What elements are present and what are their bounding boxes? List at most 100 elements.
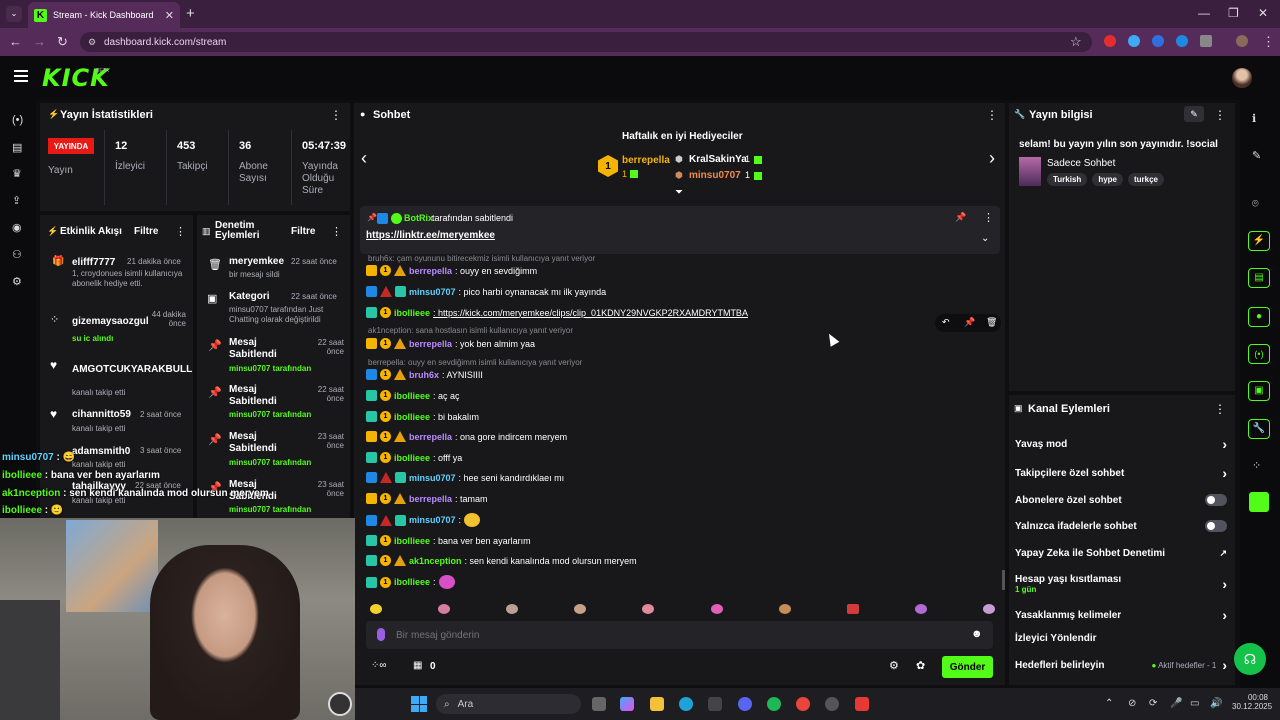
category-thumbnail[interactable] bbox=[1019, 157, 1041, 186]
tag[interactable]: Turkish bbox=[1047, 173, 1088, 186]
top-gifter-name[interactable]: berrepella bbox=[622, 155, 670, 166]
close-tab-icon[interactable]: ✕ bbox=[165, 9, 174, 22]
quick-actions-icon[interactable]: ⚡ bbox=[1248, 231, 1270, 251]
users-icon[interactable]: ⚇ bbox=[12, 248, 22, 261]
delete-message-icon[interactable]: 🗑 bbox=[986, 317, 997, 328]
site-info-icon[interactable]: ⚙ bbox=[88, 37, 96, 48]
maximize-icon[interactable]: ❐ bbox=[1228, 6, 1239, 20]
slow-mode-item[interactable]: Yavaş mod › bbox=[1015, 436, 1227, 452]
close-window-icon[interactable]: ✕ bbox=[1258, 6, 1268, 20]
chat-username[interactable]: minsu0707 bbox=[409, 473, 456, 483]
extension-icon[interactable] bbox=[1176, 35, 1188, 47]
camera-icon[interactable]: ◉ bbox=[12, 221, 22, 234]
hamburger-menu-icon[interactable] bbox=[14, 70, 28, 82]
clock[interactable]: 00:08 30.12.2025 bbox=[1232, 693, 1272, 711]
app-icon[interactable] bbox=[855, 697, 869, 711]
chat-username[interactable]: bruh6x bbox=[409, 370, 439, 380]
emote-menu-icon[interactable]: ✿ bbox=[916, 659, 925, 672]
chat-username[interactable]: minsu0707 bbox=[409, 287, 456, 297]
raid-item[interactable]: İzleyici Yönlendir bbox=[1015, 633, 1227, 644]
notes-icon[interactable]: ▤ bbox=[1248, 268, 1270, 288]
emote-icon[interactable] bbox=[506, 604, 519, 614]
edit-info-icon[interactable]: ✎ bbox=[1184, 106, 1204, 122]
chat-message-input[interactable] bbox=[396, 626, 956, 644]
extensions-puzzle-icon[interactable] bbox=[1200, 35, 1212, 47]
chrome-icon[interactable] bbox=[796, 697, 810, 711]
expand-pinned-icon[interactable]: ⌄ bbox=[981, 233, 989, 244]
url-field[interactable]: dashboard.kick.com/stream bbox=[80, 32, 1092, 52]
channel-actions-menu-icon[interactable]: ⋮ bbox=[1214, 402, 1226, 416]
chat-username[interactable]: ibollieee bbox=[394, 536, 430, 546]
reload-icon[interactable]: ↻ bbox=[57, 34, 68, 50]
edit-icon[interactable]: ✎ bbox=[1252, 149, 1261, 162]
emote-icon[interactable] bbox=[438, 604, 451, 614]
extension-icon[interactable] bbox=[1128, 35, 1140, 47]
tray-icon[interactable]: ⊘ bbox=[1128, 698, 1136, 709]
gifter-2-name[interactable]: KralSakinYa bbox=[689, 154, 747, 165]
bookmark-star-icon[interactable]: ☆ bbox=[1070, 34, 1082, 50]
microphone-icon[interactable] bbox=[377, 628, 385, 641]
tag[interactable]: turkçe bbox=[1127, 173, 1164, 186]
emotes-only-toggle[interactable] bbox=[1205, 520, 1227, 532]
activity-username[interactable]: AMGOTCUKYARAKBULL bbox=[72, 364, 192, 375]
reply-icon[interactable]: ↶ bbox=[942, 317, 950, 328]
edge-icon[interactable] bbox=[679, 697, 693, 711]
chat-scrollbar[interactable] bbox=[1002, 570, 1005, 590]
category-name[interactable]: Sadece Sohbet bbox=[1047, 158, 1115, 169]
activity-username[interactable]: elifff7777 bbox=[72, 257, 115, 268]
tray-expand-icon[interactable]: ⌃ bbox=[1105, 698, 1113, 709]
emote-icon[interactable] bbox=[642, 604, 655, 614]
copilot-icon[interactable] bbox=[620, 697, 634, 711]
emote-icon[interactable] bbox=[914, 604, 927, 614]
gifters-prev-icon[interactable]: ‹ bbox=[361, 148, 367, 169]
gifter-3-name[interactable]: minsu0707 bbox=[689, 170, 741, 181]
upload-icon[interactable]: ⇪ bbox=[12, 194, 21, 207]
chat-link[interactable]: : https://kick.com/meryemkee/clips/clip_… bbox=[433, 308, 748, 318]
pinned-link[interactable]: https://linktr.ee/meryemkee bbox=[366, 230, 495, 241]
chat-username[interactable]: ibollieee bbox=[394, 453, 430, 463]
emote-icon[interactable] bbox=[370, 604, 382, 614]
activity-username[interactable]: gizemaysaozgul bbox=[72, 316, 149, 327]
activity-menu-icon[interactable]: ⋮ bbox=[175, 225, 186, 238]
network-icon[interactable]: ▭ bbox=[1190, 698, 1199, 709]
discord-icon[interactable] bbox=[738, 697, 752, 711]
emote-icon[interactable] bbox=[982, 604, 995, 614]
store-icon[interactable]: ▦ bbox=[413, 660, 422, 671]
chat-settings-icon[interactable]: ⚙ bbox=[889, 659, 899, 672]
camera-scan-icon[interactable]: ⌾ bbox=[1252, 198, 1259, 211]
new-tab-button[interactable]: + bbox=[186, 5, 195, 22]
back-icon[interactable]: ← bbox=[9, 34, 22, 49]
chat-username[interactable]: berrepella bbox=[409, 432, 452, 442]
tag[interactable]: hype bbox=[1092, 173, 1123, 186]
extension-icon[interactable] bbox=[1152, 35, 1164, 47]
forward-icon[interactable]: → bbox=[33, 34, 46, 49]
unpin-icon[interactable]: 📌 bbox=[955, 212, 966, 223]
info-menu-icon[interactable]: ⋮ bbox=[1214, 108, 1226, 122]
moderation-menu-icon[interactable]: ⋮ bbox=[331, 225, 342, 238]
settings-icon[interactable]: ⚙ bbox=[12, 275, 22, 288]
account-age-item[interactable]: Hesap yaşı kısıtlaması 1 gün › bbox=[1015, 574, 1227, 594]
store-app-icon[interactable] bbox=[708, 697, 722, 711]
user-avatar[interactable] bbox=[1232, 68, 1252, 88]
minimize-icon[interactable]: — bbox=[1198, 6, 1210, 20]
chat-username[interactable]: berrepella bbox=[409, 339, 452, 349]
chat-username[interactable]: ibollieee bbox=[394, 391, 430, 401]
tray-icon[interactable]: ⟳ bbox=[1149, 698, 1157, 709]
gifters-next-icon[interactable]: › bbox=[989, 148, 995, 169]
taskbar-search[interactable]: ⌕ Ara bbox=[436, 694, 581, 714]
app-icon[interactable] bbox=[1249, 492, 1269, 512]
chat-username[interactable]: ibollieee bbox=[394, 577, 430, 587]
profile-icon[interactable] bbox=[1236, 35, 1248, 47]
moderation-filter-button[interactable]: Filtre bbox=[291, 226, 315, 237]
pinned-by-user[interactable]: BotRix bbox=[404, 213, 433, 223]
activity-username[interactable]: adamsmith0 bbox=[72, 446, 130, 457]
pinned-menu-icon[interactable]: ⋮ bbox=[983, 211, 994, 224]
browser-tab[interactable]: K Stream - Kick Dashboard ✕ bbox=[28, 2, 180, 28]
dashboard-icon[interactable]: ▤ bbox=[12, 141, 22, 154]
stats-menu-icon[interactable]: ⋮ bbox=[330, 108, 342, 122]
microphone-tray-icon[interactable]: 🎤 bbox=[1170, 698, 1182, 709]
pin-message-icon[interactable]: 📌 bbox=[964, 317, 975, 328]
emote-icon[interactable] bbox=[710, 604, 723, 614]
activity-filter-button[interactable]: Filtre bbox=[134, 226, 158, 237]
windows-start-icon[interactable] bbox=[411, 696, 427, 712]
